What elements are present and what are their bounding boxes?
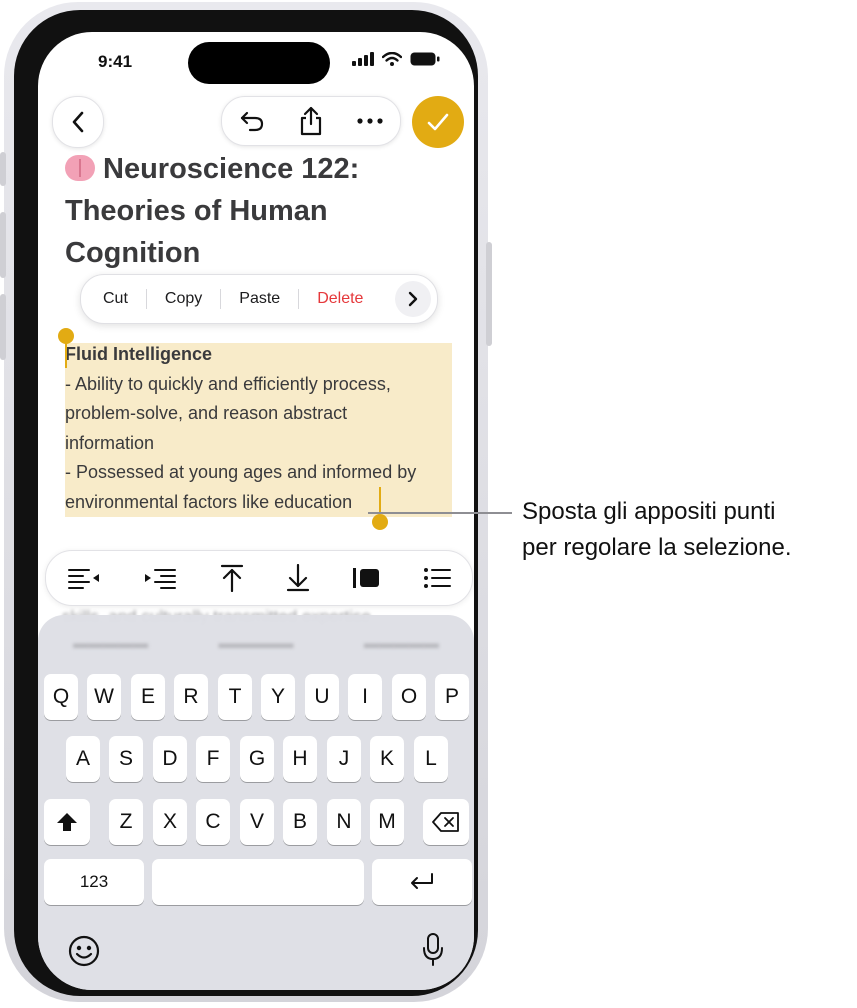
move-down-icon[interactable]	[286, 564, 310, 592]
selected-heading: Fluid Intelligence	[65, 344, 213, 364]
key-s[interactable]: S	[109, 736, 143, 782]
key-e[interactable]: E	[131, 674, 165, 720]
iphone-frame: 9:41 Neuroscience 122: Theories of Human…	[0, 2, 492, 1002]
back-button[interactable]	[52, 96, 104, 148]
callout-annotation: Sposta gli appositi punti per regolare l…	[522, 494, 792, 566]
key-x[interactable]: X	[153, 799, 187, 845]
key-j[interactable]: J	[327, 736, 361, 782]
space-key[interactable]	[152, 859, 364, 905]
key-f[interactable]: F	[196, 736, 230, 782]
key-c[interactable]: C	[196, 799, 230, 845]
key-o[interactable]: O	[392, 674, 426, 720]
selection-end-handle[interactable]	[372, 514, 388, 530]
body-line: - Ability to quickly and efficiently pro…	[65, 373, 391, 394]
key-a[interactable]: A	[66, 736, 100, 782]
undo-icon[interactable]	[239, 109, 265, 133]
suggestion-bar: ▬▬▬▬▬ ▬▬▬▬▬ ▬▬▬▬▬	[38, 625, 474, 661]
status-icons	[352, 52, 440, 66]
more-menu-button[interactable]	[395, 281, 431, 317]
chevron-right-icon	[408, 291, 418, 307]
edit-menu: Cut Copy Paste Delete	[80, 274, 438, 324]
status-time: 9:41	[98, 52, 133, 71]
bulleted-list-icon[interactable]	[423, 567, 451, 589]
checkmark-icon	[427, 113, 449, 131]
note-title[interactable]: Neuroscience 122: Theories of Human Cogn…	[65, 148, 445, 274]
suggestion-slot: ▬▬▬▬▬	[363, 634, 439, 652]
cellular-signal-icon	[352, 52, 374, 66]
suggestion-slot: ▬▬▬▬▬	[218, 634, 294, 652]
key-v[interactable]: V	[240, 799, 274, 845]
dynamic-island	[188, 42, 330, 84]
body-line: problem-solve, and reason abstract	[65, 403, 348, 423]
done-button[interactable]	[412, 96, 464, 148]
delete-menu-item[interactable]: Delete	[299, 289, 381, 309]
outdent-icon[interactable]	[67, 567, 101, 589]
key-u[interactable]: U	[305, 674, 339, 720]
shift-icon	[57, 813, 77, 831]
cut-menu-item[interactable]: Cut	[81, 289, 147, 309]
block-quote-icon[interactable]	[352, 567, 380, 589]
emoji-icon[interactable]	[68, 935, 100, 967]
selection-start-caret	[65, 342, 67, 368]
brain-emoji-icon	[65, 155, 95, 181]
callout-line-1: Sposta gli appositi punti	[522, 498, 776, 525]
selection-end-caret	[379, 487, 381, 514]
key-h[interactable]: H	[283, 736, 317, 782]
note-body[interactable]: Fluid Intelligence - Ability to quickly …	[65, 340, 460, 517]
key-z[interactable]: Z	[109, 799, 143, 845]
screen: 9:41 Neuroscience 122: Theories of Human…	[38, 32, 474, 990]
key-d[interactable]: D	[153, 736, 187, 782]
numbers-key[interactable]: 123	[44, 859, 144, 905]
key-p[interactable]: P	[435, 674, 469, 720]
key-l[interactable]: L	[414, 736, 448, 782]
delete-key[interactable]	[423, 799, 469, 845]
key-b[interactable]: B	[283, 799, 317, 845]
key-n[interactable]: N	[327, 799, 361, 845]
bezel: 9:41 Neuroscience 122: Theories of Human…	[14, 10, 478, 996]
wifi-icon	[382, 52, 402, 66]
note-title-text: Neuroscience 122: Theories of Human Cogn…	[65, 153, 360, 269]
key-i[interactable]: I	[348, 674, 382, 720]
return-key[interactable]	[372, 859, 472, 905]
body-line: - Possessed at young ages and informed b…	[65, 462, 417, 482]
key-q[interactable]: Q	[44, 674, 78, 720]
key-t[interactable]: T	[218, 674, 252, 720]
key-w[interactable]: W	[87, 674, 121, 720]
delete-key-icon	[432, 812, 459, 832]
key-g[interactable]: G	[240, 736, 274, 782]
keyboard: ▬▬▬▬▬ ▬▬▬▬▬ ▬▬▬▬▬ Q W E R T Y U I O P A …	[38, 615, 474, 990]
battery-icon	[410, 52, 440, 66]
copy-menu-item[interactable]: Copy	[147, 289, 222, 309]
move-up-icon[interactable]	[220, 564, 244, 592]
share-icon[interactable]	[299, 106, 323, 136]
suggestion-slot: ▬▬▬▬▬	[73, 634, 149, 652]
more-icon[interactable]	[357, 117, 383, 125]
key-r[interactable]: R	[174, 674, 208, 720]
shift-key[interactable]	[44, 799, 90, 845]
note-toolbar	[221, 96, 401, 146]
paste-menu-item[interactable]: Paste	[221, 289, 300, 309]
microphone-icon[interactable]	[422, 933, 444, 967]
callout-line-2: per regolare la selezione.	[522, 534, 792, 561]
body-line: information	[65, 432, 155, 453]
back-chevron-icon	[72, 111, 84, 133]
indent-icon[interactable]	[143, 567, 177, 589]
callout-leader-line	[368, 512, 512, 514]
key-y[interactable]: Y	[261, 674, 295, 720]
key-k[interactable]: K	[370, 736, 404, 782]
formatting-toolbar	[45, 550, 473, 606]
key-m[interactable]: M	[370, 799, 404, 845]
return-icon	[411, 873, 433, 889]
